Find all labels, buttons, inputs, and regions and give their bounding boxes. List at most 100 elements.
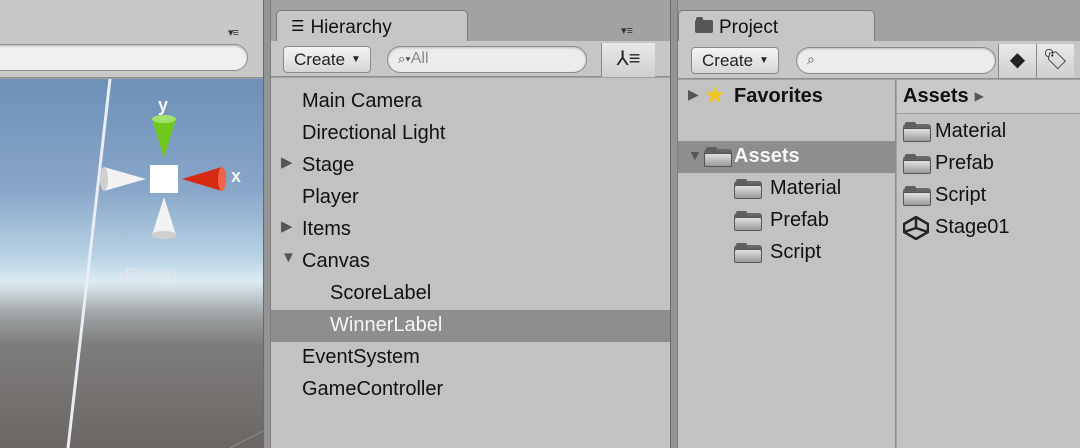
hierarchy-item[interactable]: Player — [271, 182, 670, 214]
scene-gizmo-layer — [66, 79, 263, 448]
tree-item-assets[interactable]: ▼ Assets — [678, 141, 896, 173]
asset-item[interactable]: Material — [897, 116, 1080, 148]
filter-by-label-button[interactable]: 🏷 — [1036, 44, 1074, 78]
tree-item-favorites[interactable]: ▶ ★ Favorites — [678, 81, 896, 113]
tree-item-label: Prefab — [770, 209, 829, 231]
hierarchy-item[interactable]: WinnerLabel — [271, 310, 670, 342]
create-label: Create — [702, 51, 754, 70]
scene-search-input[interactable] — [0, 44, 248, 71]
folder-icon — [734, 211, 762, 231]
hierarchy-item-label: WinnerLabel — [330, 314, 443, 336]
folder-icon — [903, 186, 931, 206]
star-icon: ★ — [704, 82, 726, 109]
axis-y-label: y — [158, 95, 169, 115]
project-folder-tree: ▶ ★ Favorites ▼ Assets Material Prefab Scr… — [678, 80, 896, 448]
tree-item-folder[interactable]: Prefab — [678, 205, 896, 237]
hierarchy-item-label: Directional Light — [302, 122, 446, 144]
hierarchy-search-input[interactable]: ⌕▾All — [387, 46, 587, 73]
assets-breadcrumb[interactable]: Assets ▶ — [897, 80, 1080, 114]
assets-root-label: Assets — [734, 145, 800, 167]
assets-browser: Assets ▶ Material Prefab Script Stage01 — [897, 80, 1080, 448]
tree-item-folder[interactable]: Material — [678, 173, 896, 205]
search-icon: ⌕▾ — [398, 51, 411, 66]
scene-view[interactable]: ▾≡ y x ‹Persp — [0, 0, 263, 448]
panel-menu-icon[interactable]: ▾≡ — [621, 24, 633, 37]
tag-icon: 🏷 — [1042, 49, 1069, 71]
asset-item-label: Prefab — [935, 152, 994, 174]
hierarchy-item-label: ScoreLabel — [330, 282, 432, 304]
folder-icon — [704, 147, 732, 167]
hierarchy-sort-button[interactable]: ⅄≡ — [601, 43, 655, 77]
hierarchy-item-label: Canvas — [302, 250, 370, 272]
asset-item[interactable]: Prefab — [897, 148, 1080, 180]
hierarchy-item-label: Player — [302, 186, 359, 208]
hierarchy-panel: ☰ Hierarchy ▾≡ Create ▼ ⌕▾All ⅄≡ Main Came… — [263, 0, 670, 448]
hierarchy-item[interactable]: Directional Light — [271, 118, 670, 150]
hierarchy-item-label: EventSystem — [302, 346, 420, 368]
panel-menu-icon[interactable]: ▾≡ — [228, 26, 239, 39]
project-toolbar: Create ▼ ⌕ ◆ 🏷 — [678, 41, 1080, 79]
project-panel: Project Create ▼ ⌕ ◆ 🏷 ▶ ★ Favorites ▼ As… — [670, 0, 1080, 448]
hierarchy-item[interactable]: ▶ Stage — [271, 150, 670, 182]
axis-neg-x-cone[interactable] — [100, 167, 146, 191]
search-placeholder: All — [410, 50, 429, 67]
asset-item-label: Script — [935, 184, 987, 206]
axis-x-cone[interactable] — [182, 167, 226, 191]
hierarchy-item-label: Items — [302, 218, 351, 240]
hierarchy-item-label: Main Camera — [302, 90, 423, 112]
hierarchy-item[interactable]: Main Camera — [271, 86, 670, 118]
folder-icon — [734, 179, 762, 199]
project-create-button[interactable]: Create ▼ — [691, 47, 779, 74]
tab-hierarchy[interactable]: ☰ Hierarchy — [276, 10, 468, 42]
gizmo-center-cube[interactable] — [150, 165, 178, 193]
hierarchy-item-label: Stage — [302, 154, 355, 176]
asset-item-label: Stage01 — [935, 216, 1010, 238]
chevron-right-icon: ▶ — [974, 89, 984, 103]
collapsed-arrow-icon[interactable]: ▶ — [281, 153, 293, 171]
tree-item-label: Material — [770, 177, 842, 199]
hierarchy-item[interactable]: GameController — [271, 374, 670, 406]
filter-by-type-button[interactable]: ◆ — [998, 44, 1036, 78]
hierarchy-create-button[interactable]: Create ▼ — [283, 46, 371, 73]
folder-icon — [903, 154, 931, 174]
unity-scene-icon — [903, 216, 929, 240]
tree-item-label: Script — [770, 241, 822, 263]
tree-item-folder[interactable]: Script — [678, 237, 896, 269]
hierarchy-item[interactable]: ScoreLabel — [271, 278, 670, 310]
expanded-arrow-icon[interactable]: ▼ — [281, 249, 296, 266]
tab-hierarchy-label: Hierarchy — [310, 17, 392, 38]
project-search-input[interactable]: ⌕ — [796, 47, 996, 74]
folder-icon — [903, 122, 931, 142]
expand-arrow-icon[interactable]: ▶ — [688, 86, 699, 103]
collapsed-arrow-icon[interactable]: ▶ — [281, 217, 293, 235]
axis-y-cone[interactable] — [152, 115, 176, 158]
chevron-down-icon: ▼ — [759, 55, 769, 66]
hierarchy-tree: Main Camera Directional Light ▶ Stage Player… — [271, 78, 670, 448]
breadcrumb-assets: Assets — [903, 85, 969, 107]
chevron-down-icon: ▼ — [351, 54, 361, 65]
axis-x-label: x — [231, 166, 242, 186]
hierarchy-item[interactable]: ▶ Items — [271, 214, 670, 246]
folder-icon — [734, 243, 762, 263]
asset-item[interactable]: Stage01 — [897, 212, 1080, 244]
sort-icon: ⅄≡ — [616, 48, 641, 70]
projection-label[interactable]: ‹Persp — [118, 265, 177, 288]
shapes-icon: ◆ — [1009, 49, 1026, 71]
asset-item-label: Material — [935, 120, 1007, 142]
axis-neg-y-cone[interactable] — [152, 197, 176, 239]
hierarchy-item[interactable]: ▼ Canvas — [271, 246, 670, 278]
tab-project[interactable]: Project — [678, 10, 875, 42]
hierarchy-toolbar: Create ▼ ⌕▾All ⅄≡ — [271, 41, 670, 77]
expand-arrow-icon[interactable]: ▼ — [688, 147, 702, 163]
grid-line — [66, 79, 112, 448]
list-icon: ☰ — [291, 18, 305, 35]
create-label: Create — [294, 50, 346, 69]
folder-icon — [695, 17, 713, 33]
scene-viewport[interactable]: y x ‹Persp — [0, 79, 263, 448]
asset-item[interactable]: Script — [897, 180, 1080, 212]
grid-line — [229, 430, 263, 448]
favorites-label: Favorites — [734, 85, 823, 107]
hierarchy-item[interactable]: EventSystem — [271, 342, 670, 374]
search-icon: ⌕ — [807, 51, 815, 67]
tab-project-label: Project — [719, 17, 779, 38]
